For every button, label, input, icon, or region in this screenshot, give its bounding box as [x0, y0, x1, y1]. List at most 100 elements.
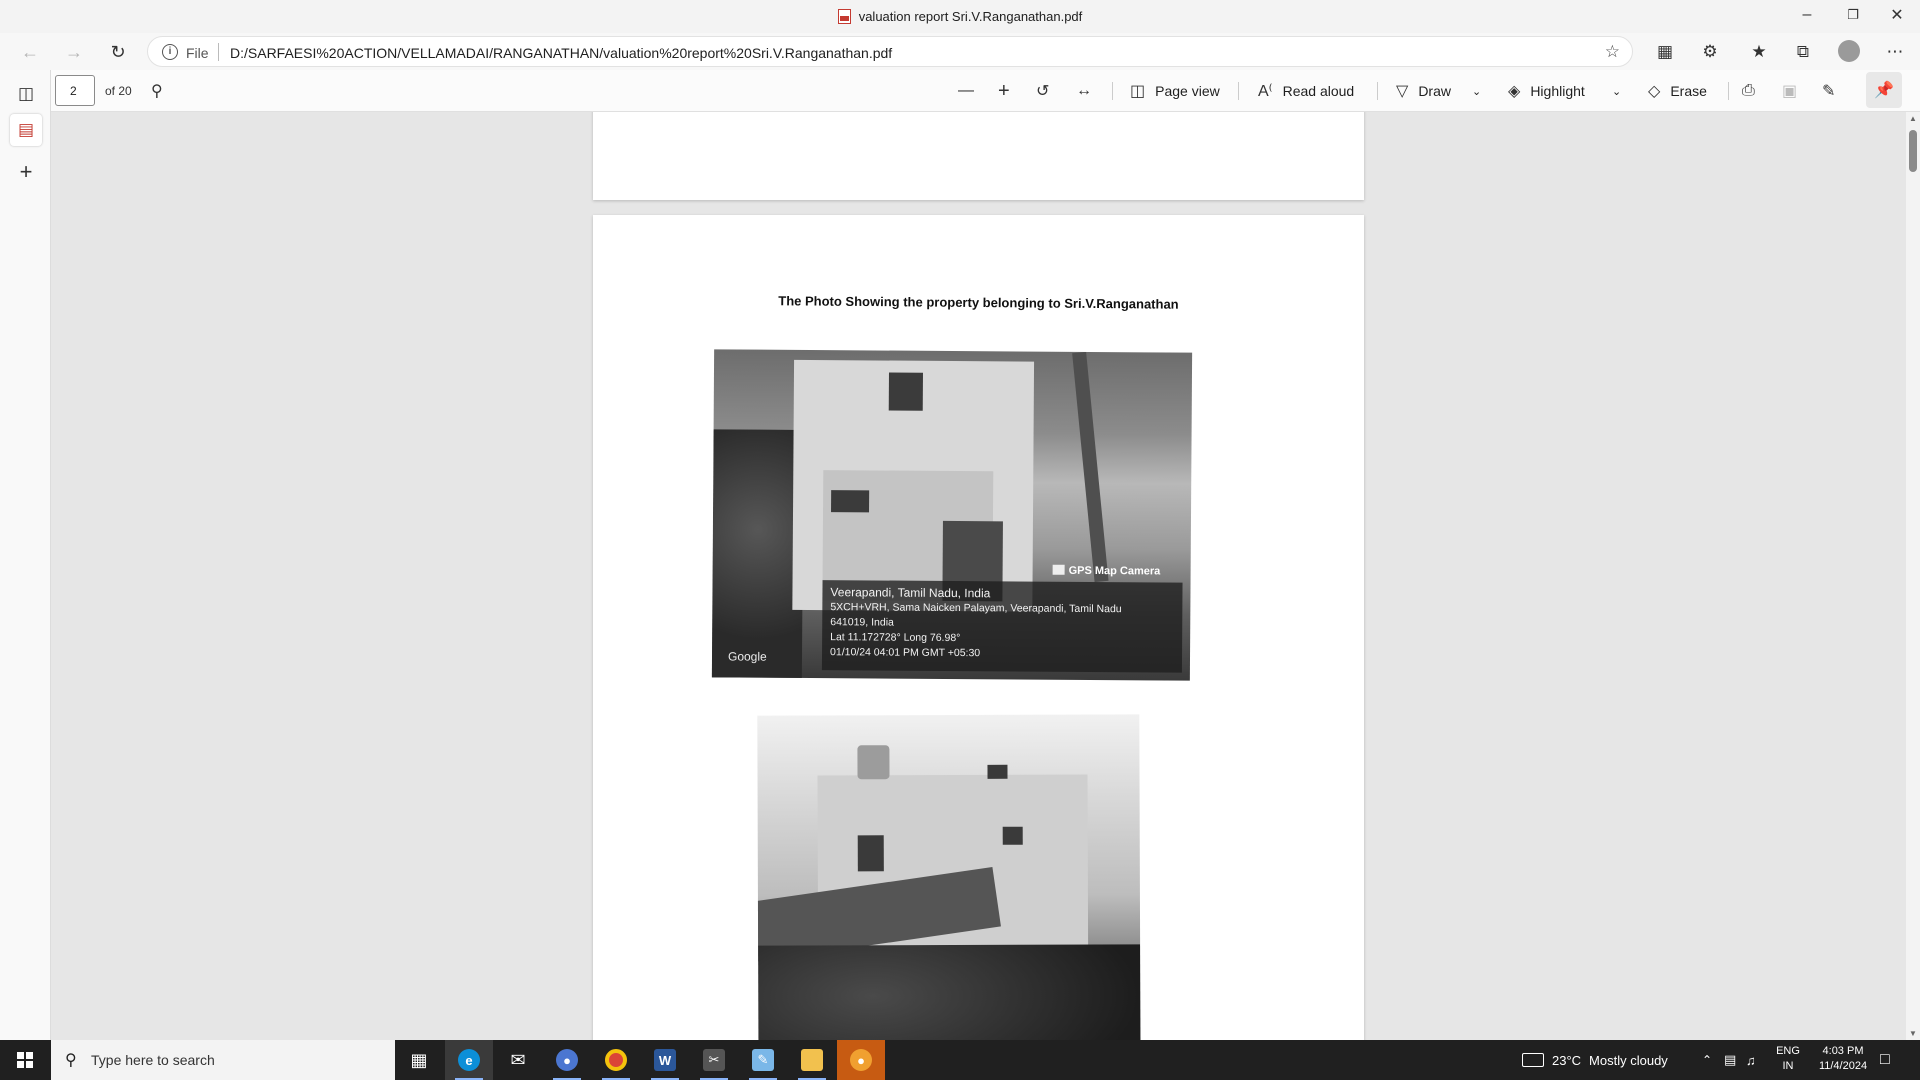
photo-window	[831, 490, 870, 513]
favorites-icon[interactable]: ★	[1744, 38, 1774, 66]
notifications-button[interactable]: □	[1880, 1040, 1890, 1080]
new-tab-button[interactable]: +	[10, 156, 42, 188]
vertical-scrollbar[interactable]: ▲ ▼	[1906, 112, 1920, 1040]
page-number-input[interactable]: 2	[55, 75, 95, 106]
scheme-label: File	[186, 45, 209, 61]
taskbar-notepad[interactable]: ✎	[739, 1040, 787, 1080]
forward-button[interactable]: →	[58, 36, 90, 68]
draw-options-chevron[interactable]: ⌄	[1472, 70, 1481, 112]
read-aloud-button[interactable]: A⁽ Read aloud	[1258, 70, 1354, 112]
gps-timestamp: 01/10/24 04:01 PM GMT +05:30	[829, 646, 981, 660]
gps-info-overlay: Veerapandi, Tamil Nadu, India 5XCH+VRH, …	[821, 580, 1183, 673]
photo-window	[888, 372, 923, 411]
scroll-up-arrow[interactable]: ▲	[1906, 114, 1920, 123]
toolbar-divider	[1377, 82, 1378, 100]
url-text[interactable]: D:/SARFAESI%20ACTION/VELLAMADAI/RANGANAT…	[230, 45, 892, 61]
taskbar: ⚲ Type here to search ▦ e ✉ ● W ✂ ✎ ● 23…	[0, 1040, 1920, 1080]
camera-icon	[1052, 564, 1065, 575]
panel-icon: ◫	[17, 84, 35, 103]
refresh-button[interactable]: ↻	[102, 36, 134, 68]
collections-icon[interactable]: ⧉	[1788, 38, 1818, 66]
chevron-up-icon: ⌃	[1702, 1053, 1713, 1067]
taskbar-mail[interactable]: ✉	[494, 1040, 542, 1080]
gps-camera-label: GPS Map Camera	[1052, 564, 1160, 577]
tray-show-hidden[interactable]: ⌃	[1702, 1040, 1712, 1080]
task-view-button[interactable]: ▦	[395, 1040, 443, 1080]
zoom-in-button[interactable]: +	[998, 70, 1020, 112]
save-button[interactable]: ▣	[1782, 70, 1807, 112]
draw-button[interactable]: ▽ Draw	[1396, 70, 1451, 112]
pdf-tab-button[interactable]: ▤	[10, 114, 42, 146]
pdf-page-2: The Photo Showing the property belonging…	[593, 215, 1364, 1040]
close-button[interactable]: ✕	[1874, 0, 1920, 30]
profile-avatar[interactable]	[1838, 40, 1860, 62]
back-button[interactable]: ←	[14, 36, 46, 68]
add-favorite-icon[interactable]: ☆	[1605, 42, 1620, 62]
toolbar-divider	[1238, 82, 1239, 100]
taskbar-snipping-tool[interactable]: ✂	[690, 1040, 738, 1080]
pdf-icon: ▤	[17, 120, 35, 139]
save-as-button[interactable]: ✎	[1822, 70, 1845, 112]
taskbar-word[interactable]: W	[641, 1040, 689, 1080]
fit-width-button[interactable]: ↔	[1076, 70, 1102, 112]
extensions-icon[interactable]: ⚙	[1695, 38, 1725, 66]
print-button[interactable]: ⎙	[1742, 70, 1765, 112]
photo-pole	[1072, 351, 1109, 583]
plus-icon: +	[19, 159, 33, 184]
zoom-out-button[interactable]: —	[958, 70, 984, 112]
sidebar-toggle-button[interactable]: ◫	[10, 78, 42, 110]
taskbar-app-orange[interactable]: ●	[837, 1040, 885, 1080]
volume-tray[interactable]: ♫	[1746, 1040, 1756, 1080]
weather-icon	[1522, 1053, 1544, 1067]
document-viewer[interactable]: The Photo Showing the property belonging…	[51, 112, 1906, 1040]
more-options-icon[interactable]: ⋯	[1880, 38, 1910, 66]
taskbar-edge[interactable]: e	[445, 1040, 493, 1080]
taskbar-file-explorer[interactable]	[788, 1040, 836, 1080]
info-icon[interactable]: i	[162, 44, 178, 60]
scroll-down-arrow[interactable]: ▼	[1906, 1029, 1920, 1038]
title-bar: valuation report Sri.V.Ranganathan.pdf –…	[0, 0, 1920, 33]
chevron-down-icon: ⌄	[1472, 85, 1482, 98]
highlight-options-chevron[interactable]: ⌄	[1612, 70, 1621, 112]
read-aloud-icon: A⁽	[1258, 83, 1273, 100]
speaker-icon: ♫	[1746, 1052, 1756, 1068]
scrollbar-thumb[interactable]	[1909, 130, 1917, 172]
clock[interactable]: 4:03 PM 11/4/2024	[1808, 1044, 1878, 1074]
network-tray[interactable]: ▤	[1724, 1040, 1736, 1080]
rotate-button[interactable]: ↺	[1036, 70, 1059, 112]
minimize-button[interactable]: –	[1784, 0, 1830, 30]
photo-window	[1002, 826, 1023, 845]
highlight-button[interactable]: ◈ Highlight	[1508, 70, 1585, 112]
folder-icon	[801, 1049, 823, 1071]
search-icon: ⚲	[65, 1052, 77, 1069]
taskbar-search[interactable]: ⚲ Type here to search	[51, 1040, 395, 1080]
find-button[interactable]: ⚲	[151, 70, 173, 112]
taskbar-people[interactable]: ●	[543, 1040, 591, 1080]
scissors-icon: ✂	[703, 1049, 725, 1071]
pdf-page-1	[593, 112, 1364, 200]
toolbar-divider	[1728, 82, 1729, 100]
printer-icon: ⎙	[1742, 82, 1755, 99]
language-indicator[interactable]: ENG IN	[1770, 1044, 1806, 1074]
navigation-bar: ← → ↻ i File D:/SARFAESI%20ACTION/VELLAM…	[0, 33, 1920, 70]
pdf-toolbar: 2 of 20 ⚲ — + ↺ ↔ ◫ Page view A⁽ Read alou…	[0, 70, 1920, 112]
windows-logo-icon	[17, 1052, 33, 1068]
immersive-reader-icon[interactable]: ▦	[1650, 38, 1680, 66]
pin-toolbar-button[interactable]: 📌	[1866, 72, 1902, 108]
eraser-icon: ◇	[1648, 83, 1661, 100]
taskbar-chrome[interactable]	[592, 1040, 640, 1080]
restore-button[interactable]: ❐	[1830, 0, 1876, 30]
pin-icon: 📌	[1874, 82, 1894, 99]
erase-button[interactable]: ◇ Erase	[1648, 70, 1707, 112]
weather-widget[interactable]: 23°C Mostly cloudy	[1522, 1040, 1668, 1080]
property-photo-side	[757, 714, 1141, 1040]
page-heading: The Photo Showing the property belonging…	[778, 293, 1179, 312]
start-button[interactable]	[0, 1040, 50, 1080]
google-watermark: Google	[727, 649, 767, 664]
network-icon: ▤	[1724, 1052, 1737, 1067]
page-view-button[interactable]: ◫ Page view	[1130, 70, 1220, 112]
task-view-icon: ▦	[410, 1049, 428, 1070]
page-view-icon: ◫	[1130, 83, 1146, 100]
toolbar-divider	[1112, 82, 1113, 100]
address-bar[interactable]: i File D:/SARFAESI%20ACTION/VELLAMADAI/R…	[147, 36, 1633, 67]
